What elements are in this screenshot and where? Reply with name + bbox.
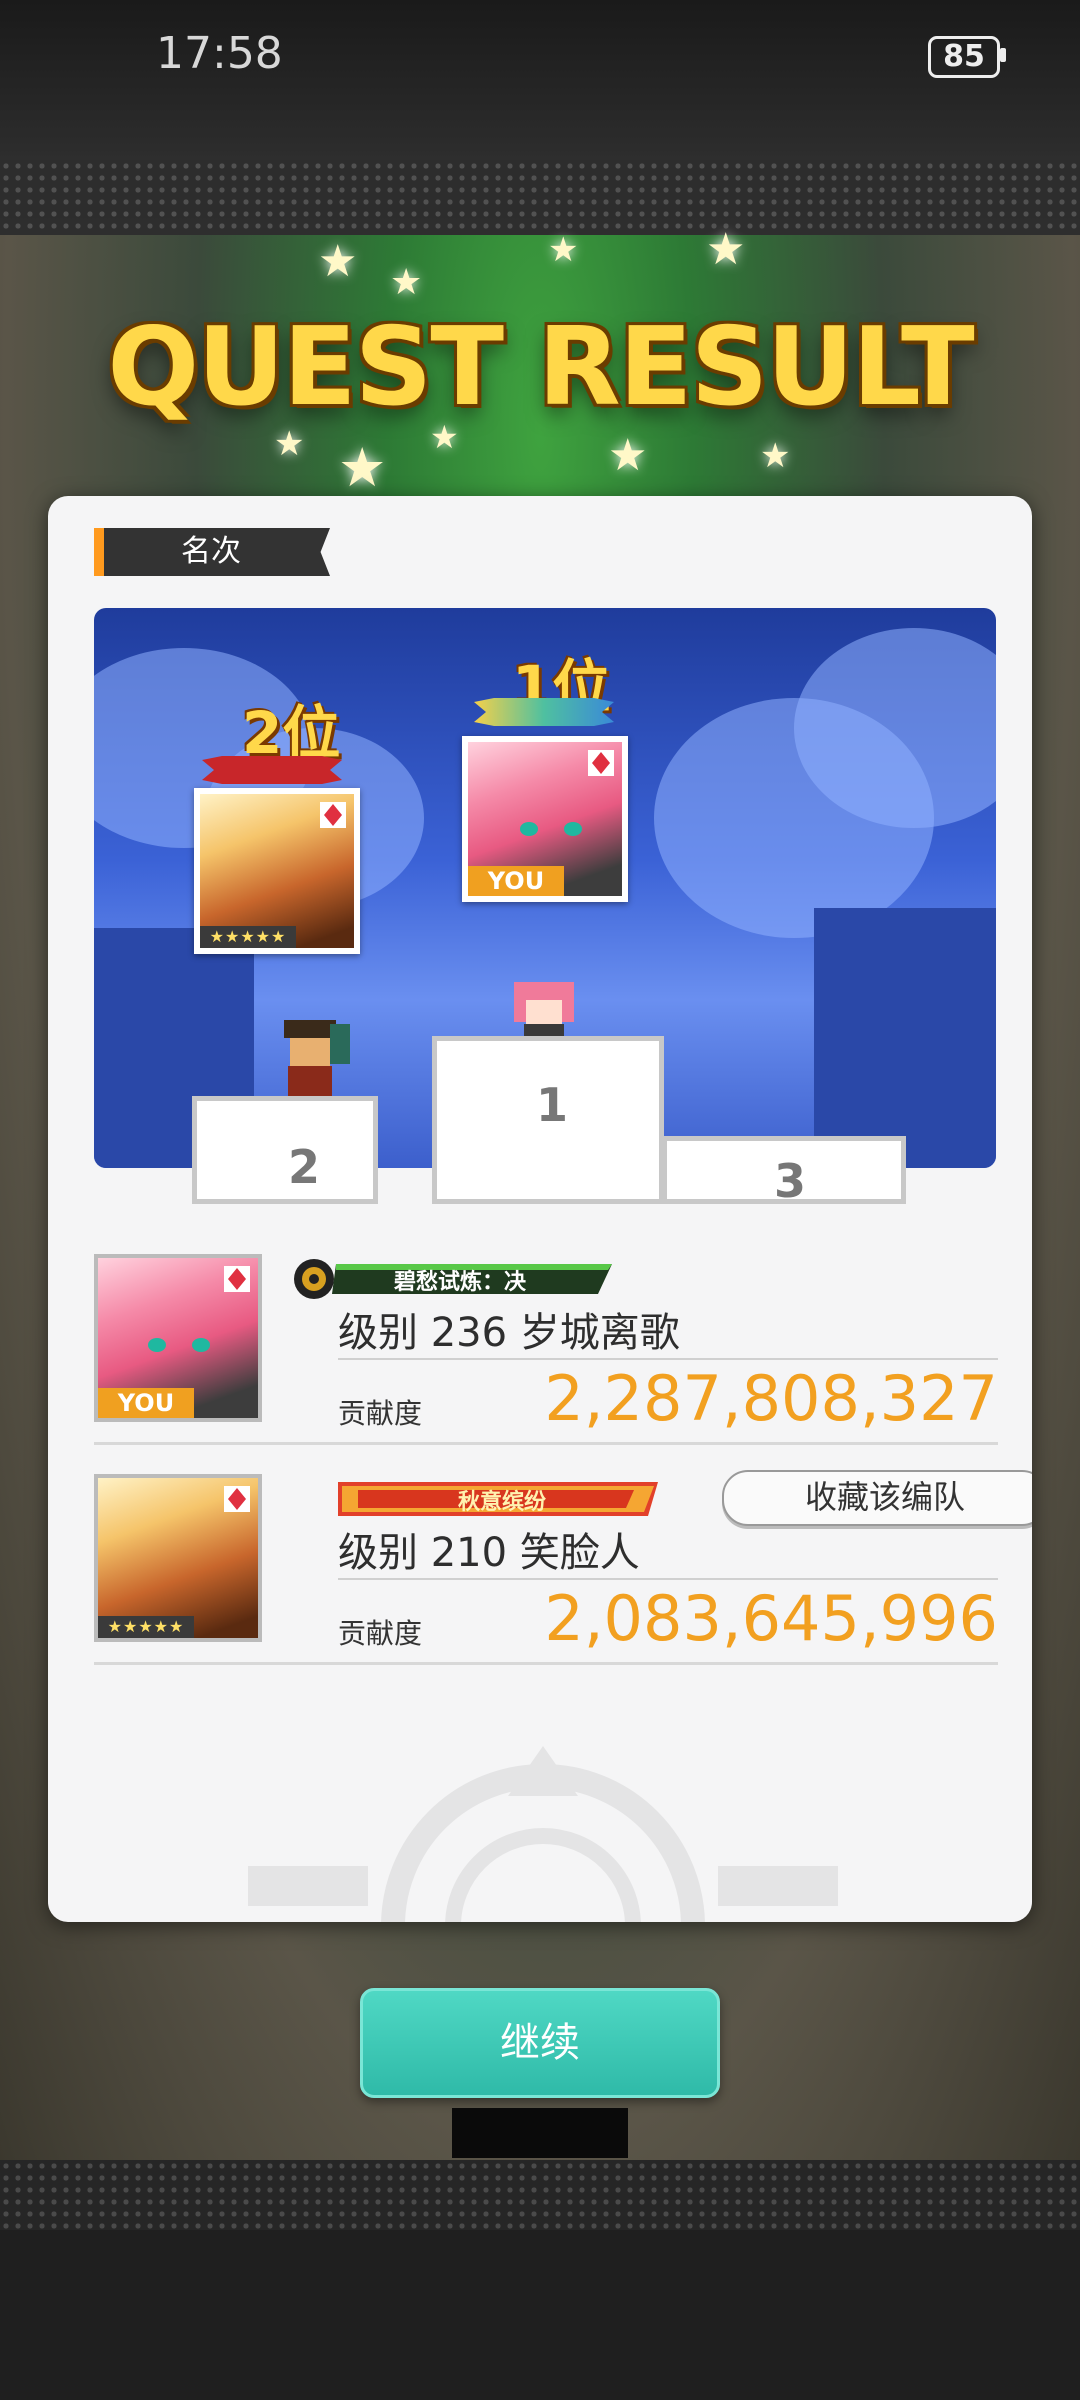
contribution-value: 2,083,645,996 xyxy=(544,1582,998,1655)
eye xyxy=(520,822,538,836)
battery-icon: 85 xyxy=(928,36,1000,78)
rank-2-portrait[interactable]: ★★★★★ xyxy=(194,788,360,954)
rank-2-ribbon xyxy=(202,756,342,784)
continue-button[interactable]: 继续 xyxy=(360,1988,720,2098)
podium-3-number: 3 xyxy=(774,1154,807,1208)
rank-1-portrait[interactable]: YOU xyxy=(462,736,628,902)
eye xyxy=(192,1338,210,1352)
rank-1-ribbon xyxy=(474,698,614,726)
star-icon: ★ xyxy=(548,230,579,270)
diamond-icon xyxy=(224,1266,250,1292)
title-badge-label: 碧愁试炼：决 xyxy=(394,1270,527,1295)
diamond-icon xyxy=(320,802,346,828)
section-label: 名次 xyxy=(181,534,241,569)
emblem-watermark-icon xyxy=(248,1746,838,1922)
ally-portrait[interactable]: ★★★★★ xyxy=(94,1474,262,1642)
podium-2 xyxy=(192,1096,378,1204)
star-icon: ★ xyxy=(274,424,305,464)
section-tab-accent xyxy=(94,528,104,576)
you-tag: YOU xyxy=(468,866,564,896)
podium-1-number: 1 xyxy=(536,1078,569,1132)
title-badge-label: 秋意缤纷 xyxy=(458,1490,547,1515)
rarity-stars: ★★★★★ xyxy=(98,1616,194,1638)
rarity-stars: ★★★★★ xyxy=(200,926,296,948)
favorite-team-button[interactable]: 收藏该编队 xyxy=(722,1470,1032,1526)
player-portrait[interactable]: YOU xyxy=(94,1254,262,1422)
eye xyxy=(148,1338,166,1352)
diamond-icon xyxy=(224,1486,250,1512)
ally-name: 级别 210 笑脸人 xyxy=(338,1530,640,1576)
star-icon: ★ xyxy=(608,430,648,481)
player-name: 级别 236 岁城离歌 xyxy=(338,1310,680,1356)
star-icon: ★ xyxy=(390,262,423,303)
star-icon: ★ xyxy=(760,436,791,476)
contribution-label: 贡献度 xyxy=(338,1617,423,1650)
eye xyxy=(564,822,582,836)
result-row: ★★★★★ 秋意缤纷 收藏该编队 级别 210 笑脸人 贡献度 2,083,64… xyxy=(94,1470,1032,1665)
diamond-icon xyxy=(588,750,614,776)
contribution-value: 2,287,808,327 xyxy=(544,1362,998,1435)
pixel-building xyxy=(814,908,996,1168)
contribution-label: 贡献度 xyxy=(338,1397,423,1430)
star-icon: ★ xyxy=(318,236,358,287)
bottom-checker-strip xyxy=(0,2160,1080,2230)
row-divider xyxy=(338,1358,998,1360)
row-divider xyxy=(338,1578,998,1580)
you-tag: YOU xyxy=(98,1388,194,1418)
star-icon: ★ xyxy=(338,436,387,499)
battery-tip xyxy=(1000,48,1006,62)
dark-slot xyxy=(452,2108,628,2158)
result-row: YOU 碧愁试炼：决 级别 236 岁城离歌 贡献度 2,287,808,327 xyxy=(94,1254,998,1445)
status-time: 17:58 xyxy=(156,28,283,79)
quest-result-title: QUEST RESULT xyxy=(107,305,974,430)
top-checker-strip xyxy=(0,160,1080,235)
result-panel: 名次 2位 ★★★★★ 1位 YOU 2 1 3 YOU 碧愁试炼：决 级别 2… xyxy=(48,496,1032,1922)
podium-2-number: 2 xyxy=(288,1140,321,1194)
star-icon: ★ xyxy=(706,224,746,275)
